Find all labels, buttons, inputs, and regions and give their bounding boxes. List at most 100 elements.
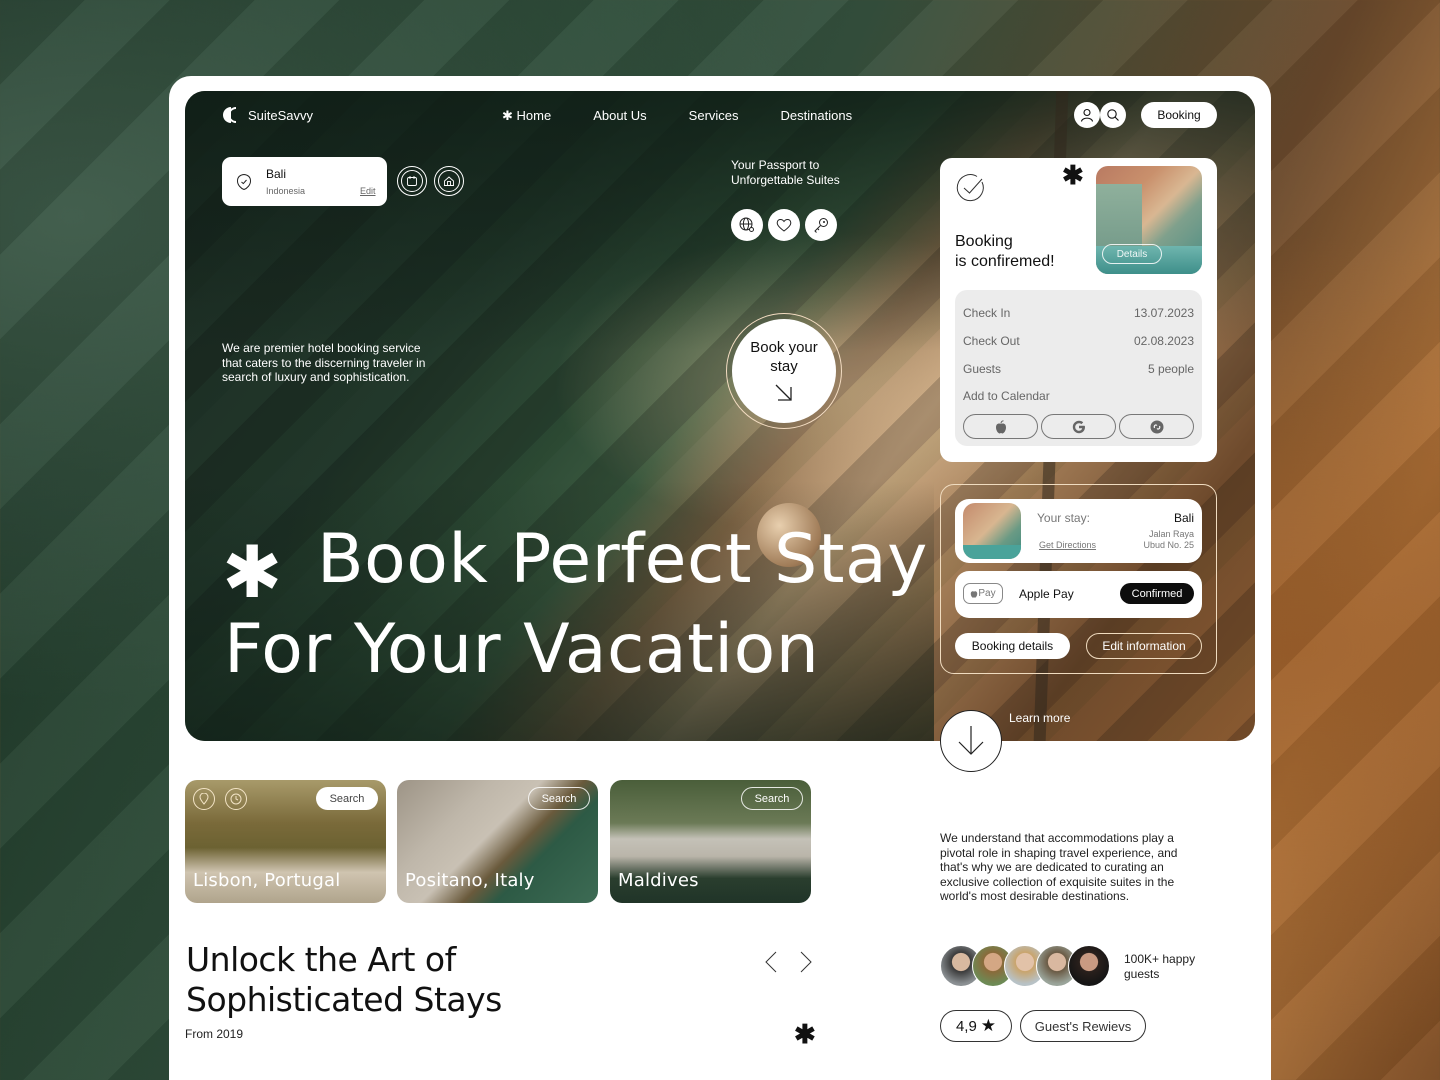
location-country: Indonesia [266,186,306,196]
key-icon [814,218,828,233]
destination-card-maldives[interactable]: Search Maldives [610,780,811,903]
location-selector[interactable]: Bali Indonesia Edit [222,157,387,206]
nav-about-us[interactable]: About Us [593,108,646,124]
user-button[interactable] [1074,102,1100,128]
learn-more-link[interactable]: Learn more [1009,711,1070,725]
arrow-down-icon [958,726,984,755]
apple-icon [995,419,1006,433]
search-icon [1107,109,1119,121]
access-key-button[interactable] [805,209,837,241]
guests-line2: guests [1124,967,1160,981]
destination-card-lisbon[interactable]: Search Lisbon, Portugal [185,780,386,903]
search-button[interactable] [1100,102,1126,128]
row-value: 5 people [1147,362,1194,376]
user-icon [1080,108,1094,122]
other-calendar-icon [1150,420,1163,433]
add-calendar-label: Add to Calendar [963,389,1194,403]
book-stay-line1: Book your [750,339,818,356]
guest-avatars [940,945,1110,987]
tagline-line2: Unforgettable Suites [731,173,840,187]
check-out-row: Check Out 02.08.2023 [963,334,1194,348]
row-value: 02.08.2023 [1133,334,1194,348]
section-title-line1: Unlock the Art of [186,940,456,979]
search-button[interactable]: Search [528,787,590,810]
destination-name: Positano, Italy [405,870,535,891]
book-your-stay-inner: Book your stay [732,319,836,423]
edit-location-link[interactable]: Edit [360,186,376,196]
nav-services[interactable]: Services [689,108,739,124]
guest-reviews-button[interactable]: Guest's Rewievs [1020,1010,1146,1042]
logo[interactable]: SuiteSavvy [222,106,313,124]
apple-icon [971,591,978,598]
guests-row: Guests 5 people [963,362,1194,376]
calendar-button[interactable] [397,166,427,196]
destination-card-positano[interactable]: Search Positano, Italy [397,780,598,903]
previous-button[interactable] [761,950,781,974]
other-calendar-button[interactable] [1119,414,1194,439]
rating-badge: 4,9 ★ [940,1010,1012,1042]
check-in-row: Check In 13.07.2023 [963,306,1194,320]
heart-icon [776,219,792,232]
next-button[interactable] [796,950,816,974]
headline-line2: For Your Vacation [224,610,820,689]
your-stay-label: Your stay: [1037,511,1090,525]
tagline: Your Passport to Unforgettable Suites [731,158,871,188]
stay-location-panel: Your stay: Bali Get Directions Jalan Ray… [955,499,1202,563]
arrow-down-right-icon [775,384,792,401]
google-icon [1072,420,1085,433]
confirmation-title: Booking is confiremed! [955,232,1055,272]
intro-text: We are premier hotel booking service tha… [222,341,426,384]
stay-address: Jalan Raya Ubud No. 25 [1143,529,1194,551]
payment-panel: Pay Apple Pay Confirmed [955,571,1202,618]
property-button-inner [438,170,460,192]
time-ring[interactable] [225,788,247,810]
check-circle-icon [956,174,984,202]
edit-information-button[interactable]: Edit information [1086,633,1202,659]
booking-info-panel: Check In 13.07.2023 Check Out 02.08.2023 G… [955,290,1202,446]
logo-text: SuiteSavvy [248,107,314,123]
stay-thumbnail [963,503,1021,559]
happy-guests-count: 100K+ happy guests [1124,952,1195,982]
nav-destinations[interactable]: Destinations [781,108,853,124]
nav-home[interactable]: ✱ Home [502,108,551,124]
calendar-button-inner [401,170,423,192]
details-button[interactable]: Details [1102,244,1162,264]
address-line1: Jalan Raya [1148,529,1194,539]
learn-more-button[interactable] [940,710,1002,772]
about-text: We understand that accommodations play a… [940,831,1178,903]
property-button[interactable] [434,166,464,196]
row-value: 13.07.2023 [1133,306,1194,320]
payment-method: Apple Pay [1019,587,1074,601]
section-title-line2: Sophisticated Stays [186,980,502,1019]
avatar [1068,945,1110,987]
calendar-icon [407,176,417,186]
stay-place: Bali [1173,511,1194,525]
chevron-right-icon [800,951,812,973]
google-calendar-button[interactable] [1041,414,1116,439]
get-directions-link[interactable]: Get Directions [1039,540,1096,550]
since-label: From 2019 [185,1027,244,1041]
search-button[interactable]: Search [741,787,803,810]
rating-value: 4,9 [955,1017,977,1035]
asterisk-icon: ✱ [1062,160,1084,190]
asterisk-icon: ✱ [794,1019,816,1049]
star-icon: ★ [980,1016,997,1035]
favorites-button[interactable] [768,209,800,241]
row-label: Check In [963,306,1011,320]
main-nav: ✱ Home About Us Services Destinations [502,108,852,124]
search-button[interactable]: Search [316,787,378,810]
booking-button[interactable]: Booking [1141,102,1217,128]
apple-calendar-button[interactable] [963,414,1038,439]
address-line2: Ubud No. 25 [1143,540,1194,550]
apple-pay-badge: Pay [963,583,1003,604]
explore-button[interactable] [731,209,763,241]
destination-name: Maldives [618,870,699,891]
row-label: Check Out [963,334,1020,348]
headline-line1: Book Perfect Stay [317,520,928,599]
location-shield-icon [236,173,252,191]
book-your-stay-button[interactable]: Book your stay [726,313,842,429]
location-ring[interactable] [193,788,215,810]
booking-details-button[interactable]: Booking details [955,633,1070,659]
logo-icon [223,107,237,123]
globe-search-icon [739,217,754,232]
